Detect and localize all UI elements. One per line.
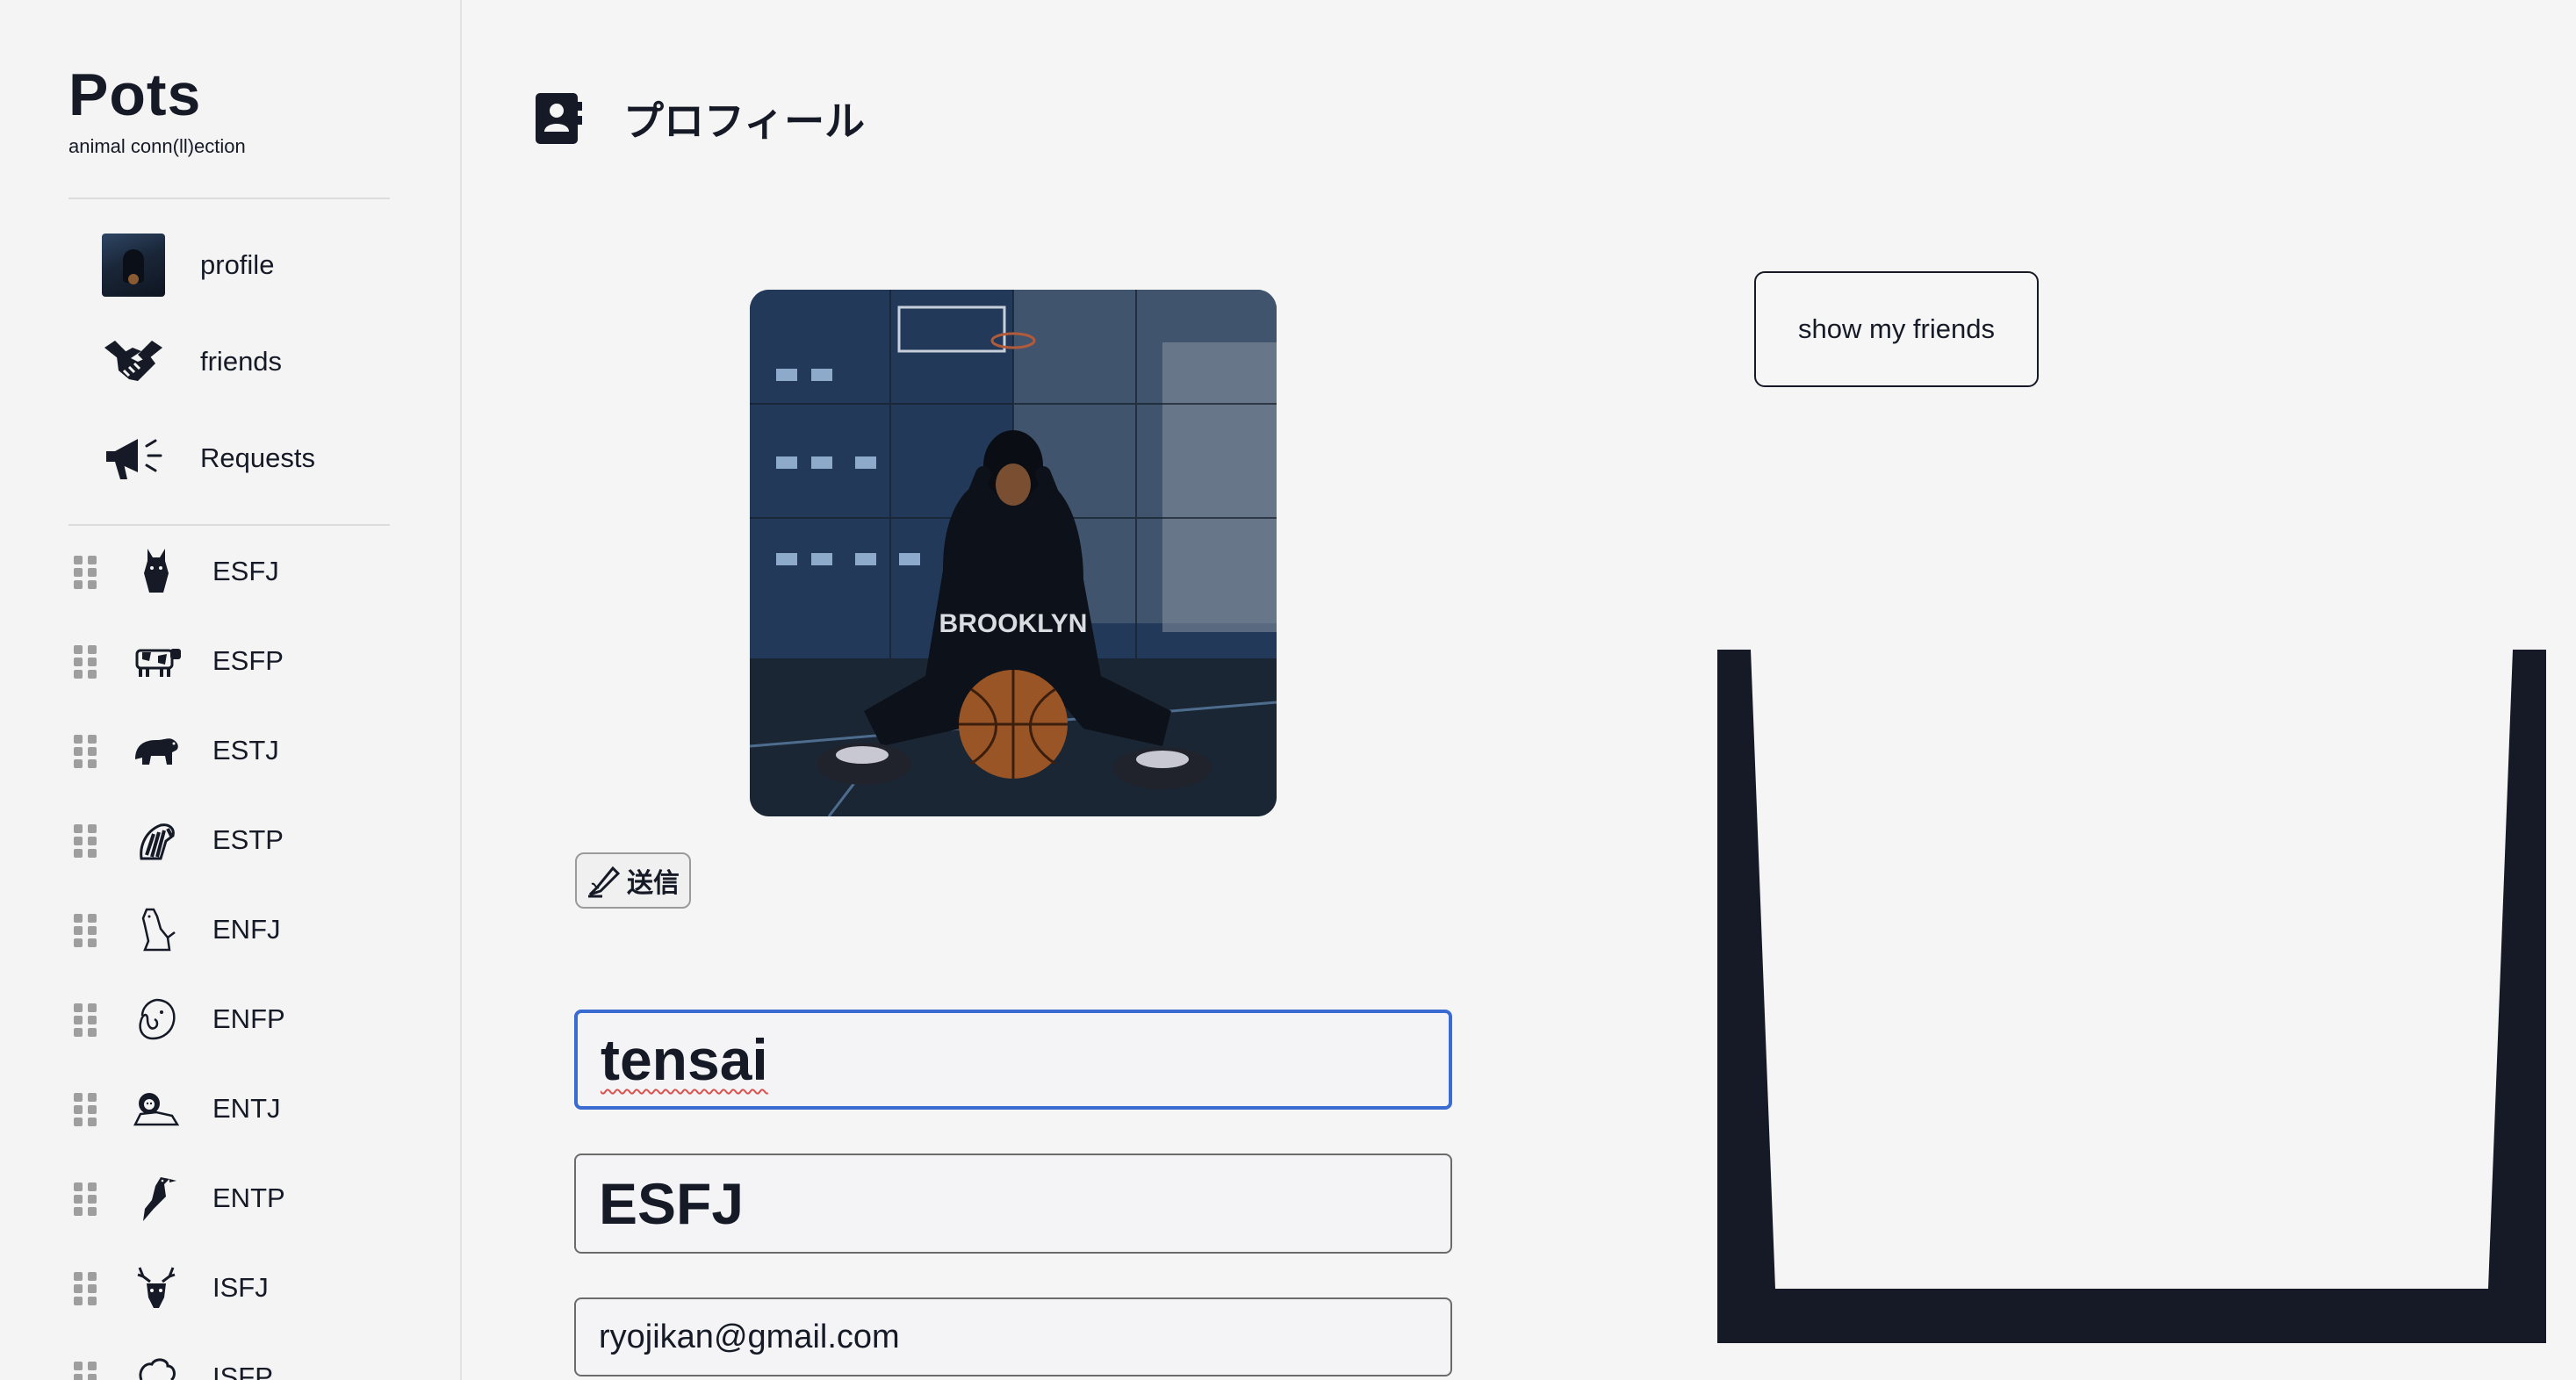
sidebar-item-label: ESTP [212,824,284,855]
app-window: Pots animal conn(ll)ection profile frien… [0,0,2576,1380]
sidebar-item-estp[interactable]: ESTP [74,814,425,866]
sidebar-item-enfj[interactable]: ENFJ [74,903,425,956]
sidebar-item-label: ENFP [212,1003,285,1034]
brand-subtitle: animal conn(ll)ection [68,135,246,157]
sidebar-item-label: profile [200,249,275,280]
sidebar-item-friends[interactable]: friends [102,330,400,393]
drag-handle-icon[interactable] [74,735,97,768]
page-header: プロフィール [534,90,865,147]
brand: Pots animal conn(ll)ection [68,65,246,158]
drag-handle-icon[interactable] [74,1272,97,1305]
sidebar-item-label: ESFP [212,645,284,676]
send-button-label: 送信 [627,869,680,898]
sidebar-item-label: ESTJ [212,735,279,765]
elephant-icon [130,993,183,1046]
profile-photo: BROOKLYN [750,290,1277,816]
drag-handle-icon[interactable] [74,914,97,947]
username-field[interactable]: tensai [574,1010,1452,1110]
drag-handle-icon[interactable] [74,1003,97,1037]
horse-head-icon [130,545,183,598]
username-value: tensai [601,1027,768,1092]
show-friends-button[interactable]: show my friends [1754,271,2039,387]
sidebar-item-label: ENTJ [212,1093,281,1124]
contact-book-icon [536,93,582,144]
sidebar-item-requests[interactable]: Requests [102,427,400,490]
sidebar-divider [68,524,390,526]
sidebar: Pots animal conn(ll)ection profile frien… [0,0,462,1380]
sidebar-item-isfj[interactable]: ISFJ [74,1261,425,1314]
personality-type-field[interactable]: ESFJ [574,1154,1452,1254]
sidebar-item-label: Requests [200,442,315,473]
cow-icon [130,635,183,687]
dog-icon [130,903,183,956]
svg-text:BROOKLYN: BROOKLYN [939,609,1088,638]
send-button[interactable]: 送信 [575,852,691,909]
handshake-icon [102,330,165,393]
deer-icon [130,1261,183,1314]
drag-handle-icon[interactable] [74,1362,97,1380]
sheep-icon [130,1351,183,1380]
brand-title: Pots [68,61,202,128]
sidebar-item-enfp[interactable]: ENFP [74,993,425,1046]
sidebar-item-label: ENTP [212,1182,285,1213]
sidebar-item-profile[interactable]: profile [102,234,400,297]
sidebar-item-label: ISFP [212,1362,273,1380]
sidebar-item-label: ESFJ [212,556,279,586]
drag-handle-icon[interactable] [74,1182,97,1216]
sidebar-item-esfj[interactable]: ESFJ [74,545,425,598]
bird-icon [130,1172,183,1225]
lion-icon [130,1082,183,1135]
sidebar-divider [68,198,390,199]
pen-writing-icon [588,866,621,898]
sidebar-item-label: ISFJ [212,1272,269,1303]
drag-handle-icon[interactable] [74,556,97,589]
drag-handle-icon[interactable] [74,1093,97,1126]
zebra-icon [130,814,183,866]
page-title: プロフィール [623,98,866,144]
megaphone-icon [102,427,165,490]
sidebar-item-estj[interactable]: ESTJ [74,724,425,777]
bear-icon [130,724,183,777]
email-value: ryojikan@gmail.com [599,1318,900,1355]
sidebar-item-entj[interactable]: ENTJ [74,1082,425,1135]
avatar [102,234,165,297]
drag-handle-icon[interactable] [74,824,97,858]
personality-type-value: ESFJ [599,1171,745,1236]
sidebar-item-entp[interactable]: ENTP [74,1172,425,1225]
sidebar-item-isfp[interactable]: ISFP [74,1351,425,1380]
cup-container-graphic [1717,650,2546,1343]
sidebar-item-label: friends [200,346,283,377]
drag-handle-icon[interactable] [74,645,97,679]
sidebar-item-esfp[interactable]: ESFP [74,635,425,687]
sidebar-item-label: ENFJ [212,914,281,945]
show-friends-label: show my friends [1798,313,1995,344]
email-field[interactable]: ryojikan@gmail.com [574,1297,1452,1376]
